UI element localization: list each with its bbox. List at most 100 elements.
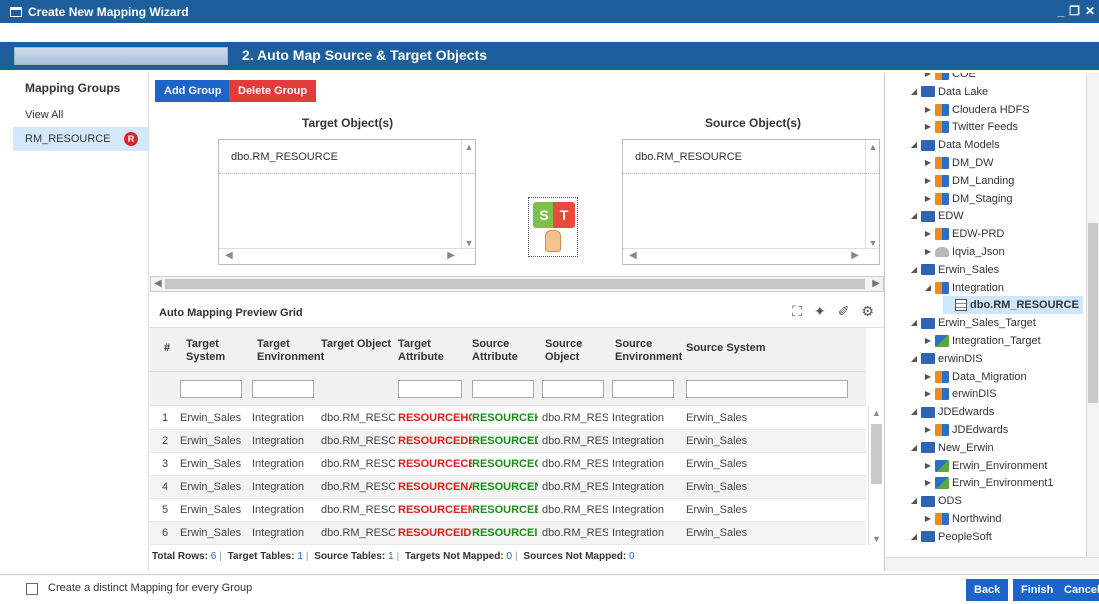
expand-arrow-icon[interactable]: ◢ <box>909 314 919 332</box>
table-row[interactable]: 5Erwin_SalesIntegrationdbo.RM_RESOURESOU… <box>150 499 866 522</box>
expand-arrow-icon[interactable]: ▶ <box>923 154 933 172</box>
source-object-item[interactable]: dbo.RM_RESOURCE <box>623 140 879 174</box>
objects-hscrollbar[interactable]: ◀ ▶ <box>150 276 884 292</box>
table-row[interactable]: 6Erwin_SalesIntegrationdbo.RM_RESOURESOU… <box>150 522 866 545</box>
group-view-all[interactable]: View All <box>13 103 148 127</box>
expand-arrow-icon[interactable]: ▶ <box>923 73 933 83</box>
tree-node[interactable]: ▶ COE <box>923 73 976 83</box>
expand-arrow-icon[interactable]: ▶ <box>923 385 933 403</box>
expand-arrow-icon[interactable]: ▶ <box>923 243 933 261</box>
tree-node[interactable]: ▶ Erwin_Environment1 <box>923 474 1054 492</box>
expand-arrow-icon[interactable]: ◢ <box>909 136 919 154</box>
clear-filter-icon[interactable]: ✦ <box>814 303 826 320</box>
remove-group-icon[interactable]: R <box>124 132 138 146</box>
col-index[interactable]: # <box>164 342 170 355</box>
cancel-button[interactable]: Cancel <box>1058 579 1099 601</box>
delete-group-button[interactable]: Delete Group <box>229 80 317 102</box>
col-source-object[interactable]: Source Object <box>545 338 595 364</box>
col-target-environment[interactable]: Target Environment <box>257 338 327 364</box>
tree-node[interactable]: ◢ New_Erwin <box>909 439 994 457</box>
expand-arrow-icon[interactable]: ▶ <box>923 225 933 243</box>
target-object-item[interactable]: dbo.RM_RESOURCE <box>219 140 475 174</box>
tree-node[interactable]: ▶ Integration_Target <box>923 332 1041 350</box>
tree-node[interactable]: ▶ DM_Landing <box>923 172 1014 190</box>
col-target-object[interactable]: Target Object <box>321 338 401 351</box>
expand-arrow-icon[interactable]: ▶ <box>923 510 933 528</box>
tree-node[interactable]: ▶ Erwin_Environment <box>923 457 1047 475</box>
tree-node[interactable]: ◢ ODS <box>909 492 962 510</box>
expand-arrow-icon[interactable]: ◢ <box>923 279 933 297</box>
expand-icon[interactable]: ⛶ <box>792 303 802 320</box>
table-row[interactable]: 3Erwin_SalesIntegrationdbo.RM_RESOURESOU… <box>150 453 866 476</box>
expand-arrow-icon[interactable]: ▶ <box>923 118 933 136</box>
expand-arrow-icon[interactable]: ▶ <box>923 368 933 386</box>
target-objects-list[interactable]: dbo.RM_RESOURCE ▲ ▼ ◀ ▶ <box>218 139 476 265</box>
expand-arrow-icon[interactable]: ◢ <box>909 207 919 225</box>
tree-node[interactable]: ◢ EDW <box>909 207 964 225</box>
source-list-scrollbar[interactable]: ▲ ▼ <box>865 140 879 250</box>
tree-hscrollbar[interactable] <box>885 557 1099 571</box>
filter-source-environment[interactable] <box>612 380 674 398</box>
expand-arrow-icon[interactable]: ◢ <box>909 261 919 279</box>
col-target-attribute[interactable]: Target Attribute <box>398 338 458 364</box>
col-source-environment[interactable]: Source Environment <box>615 338 685 364</box>
source-list-hscrollbar[interactable]: ◀ ▶ <box>623 248 879 264</box>
source-objects-list[interactable]: dbo.RM_RESOURCE ▲ ▼ ◀ ▶ <box>622 139 880 265</box>
back-button[interactable]: Back <box>966 579 1009 601</box>
filter-source-attribute[interactable] <box>472 380 534 398</box>
tree-node[interactable]: ▶ Northwind <box>923 510 1002 528</box>
tree-node[interactable]: ▶ Cloudera HDFS <box>923 101 1030 119</box>
column-settings-icon[interactable]: ⚙ <box>861 303 874 320</box>
close-button[interactable]: ✕ <box>1085 4 1095 18</box>
finish-button[interactable]: Finish <box>1013 579 1062 601</box>
distinct-mapping-checkbox[interactable] <box>26 583 38 595</box>
tree-node[interactable]: ◢ Integration <box>923 279 1004 297</box>
tree-node[interactable]: ◢ Erwin_Sales <box>909 261 999 279</box>
expand-arrow-icon[interactable]: ◢ <box>909 350 919 368</box>
tree-node[interactable]: ▶ DM_Staging <box>923 190 1013 208</box>
col-target-system[interactable]: Target System <box>186 338 246 364</box>
tree-node[interactable]: ▶ Twitter Feeds <box>923 118 1018 136</box>
tree-node[interactable]: ▶ EDW-PRD <box>923 225 1004 243</box>
expand-arrow-icon[interactable]: ◢ <box>909 403 919 421</box>
table-row[interactable]: 2Erwin_SalesIntegrationdbo.RM_RESOURESOU… <box>150 430 866 453</box>
tree-scrollbar[interactable] <box>1086 73 1099 557</box>
tree-node[interactable]: dbo.RM_RESOURCE <box>943 296 1083 315</box>
tree-node[interactable]: ◢ JDEdwards <box>909 403 994 421</box>
auto-map-button[interactable]: S T <box>528 197 578 257</box>
expand-arrow-icon[interactable]: ◢ <box>909 528 919 546</box>
tree-node[interactable]: ▶ erwinDIS <box>923 385 997 403</box>
expand-arrow-icon[interactable]: ▶ <box>923 421 933 439</box>
minimize-button[interactable]: _ <box>1057 4 1064 18</box>
table-row[interactable]: 1Erwin_SalesIntegrationdbo.RM_RESOURESOU… <box>150 407 866 430</box>
tree-node[interactable]: ◢ Erwin_Sales_Target <box>909 314 1036 332</box>
tree-node[interactable]: ◢ Data Lake <box>909 83 988 101</box>
target-list-scrollbar[interactable]: ▲ ▼ <box>461 140 475 250</box>
expand-arrow-icon[interactable]: ▶ <box>923 457 933 475</box>
restore-button[interactable]: ❐ <box>1069 4 1080 18</box>
group-rm-resource[interactable]: RM_RESOURCE R <box>13 127 148 151</box>
table-row[interactable]: 4Erwin_SalesIntegrationdbo.RM_RESOURESOU… <box>150 476 866 499</box>
expand-arrow-icon[interactable]: ▶ <box>923 332 933 350</box>
filter-target-environment[interactable] <box>252 380 314 398</box>
tree-node[interactable]: ▶ Data_Migration <box>923 368 1027 386</box>
expand-arrow-icon[interactable]: ◢ <box>909 492 919 510</box>
tree-node[interactable]: ◢ erwinDIS <box>909 350 983 368</box>
filter-source-system[interactable] <box>686 380 848 398</box>
filter-target-attribute[interactable] <box>398 380 462 398</box>
expand-arrow-icon[interactable]: ▶ <box>923 474 933 492</box>
expand-arrow-icon[interactable]: ▶ <box>923 101 933 119</box>
filter-target-system[interactable] <box>180 380 242 398</box>
expand-arrow-icon[interactable]: ◢ <box>909 83 919 101</box>
filter-source-object[interactable] <box>542 380 604 398</box>
grid-scrollbar[interactable]: ▲ ▼ <box>868 406 884 546</box>
tree-node[interactable]: ◢ PeopleSoft <box>909 528 992 546</box>
tree-node[interactable]: ◢ Data Models <box>909 136 1000 154</box>
add-group-button[interactable]: Add Group <box>155 80 231 102</box>
expand-arrow-icon[interactable]: ◢ <box>909 439 919 457</box>
tree-node[interactable]: ▶ DM_DW <box>923 154 994 172</box>
pin-icon[interactable]: ✐ <box>838 303 850 320</box>
tree-node[interactable]: ▶ JDEdwards <box>923 421 1008 439</box>
col-source-attribute[interactable]: Source Attribute <box>472 338 532 364</box>
col-source-system[interactable]: Source System <box>686 342 786 355</box>
